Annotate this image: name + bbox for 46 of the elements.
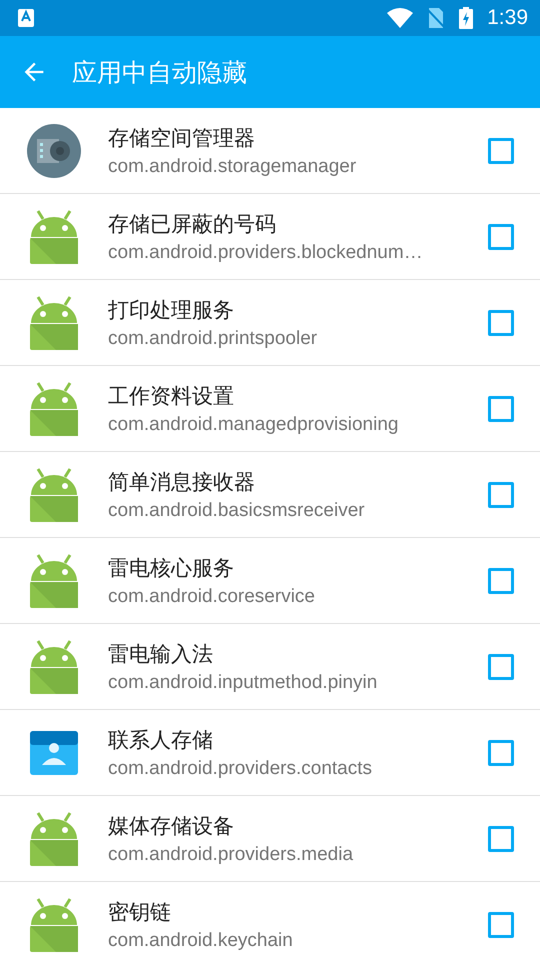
app-name: 存储空间管理器	[108, 124, 256, 152]
checkbox[interactable]	[488, 826, 514, 852]
screen-title: 应用中自动隐藏	[72, 56, 247, 88]
checkbox[interactable]	[488, 224, 514, 250]
app-name: 雷电输入法	[108, 640, 214, 668]
android-icon	[28, 810, 80, 866]
checkbox[interactable]	[488, 482, 514, 508]
notification-icon	[18, 9, 34, 27]
app-name: 存储已屏蔽的号码	[108, 210, 277, 238]
app-name: 密钥链	[108, 898, 172, 926]
package-name: com.android.storagemanager	[108, 156, 358, 178]
android-icon	[28, 294, 80, 350]
package-name: com.android.coreservice	[108, 586, 316, 608]
package-name: com.android.keychain	[108, 930, 294, 952]
app-name: 简单消息接收器	[108, 468, 256, 496]
checkbox[interactable]	[488, 654, 514, 680]
package-name: com.android.managedprovisioning	[108, 414, 400, 436]
android-icon	[28, 552, 80, 608]
checkbox[interactable]	[488, 568, 514, 594]
checkbox[interactable]	[488, 396, 514, 422]
package-name: com.android.providers.contacts	[108, 758, 374, 780]
checkbox[interactable]	[488, 740, 514, 766]
package-name: com.android.providers.media	[108, 844, 354, 866]
app-name: 打印处理服务	[108, 296, 235, 324]
package-name: com.android.inputmethod.pinyin	[108, 672, 378, 694]
app-name: 媒体存储设备	[108, 812, 235, 840]
wifi-icon	[387, 8, 414, 28]
battery-charging-icon	[459, 7, 474, 29]
android-icon	[28, 380, 80, 436]
status-time: 1:39	[487, 6, 528, 30]
storage-gear-icon	[26, 122, 82, 178]
android-icon	[28, 208, 80, 264]
app-name: 雷电核心服务	[108, 554, 235, 582]
checkbox[interactable]	[488, 138, 514, 164]
package-name: com.android.printspooler	[108, 328, 318, 350]
android-icon	[28, 638, 80, 694]
checkbox[interactable]	[488, 912, 514, 938]
no-sim-icon	[427, 8, 446, 28]
checkbox[interactable]	[488, 310, 514, 336]
app-name: 联系人存储	[108, 726, 214, 754]
contacts-icon	[28, 728, 80, 776]
package-name: com.android.providers.blockednum…	[108, 242, 424, 264]
android-icon	[28, 896, 80, 952]
android-icon	[28, 466, 80, 522]
package-name: com.android.basicsmsreceiver	[108, 500, 366, 522]
app-name: 工作资料设置	[108, 382, 235, 410]
